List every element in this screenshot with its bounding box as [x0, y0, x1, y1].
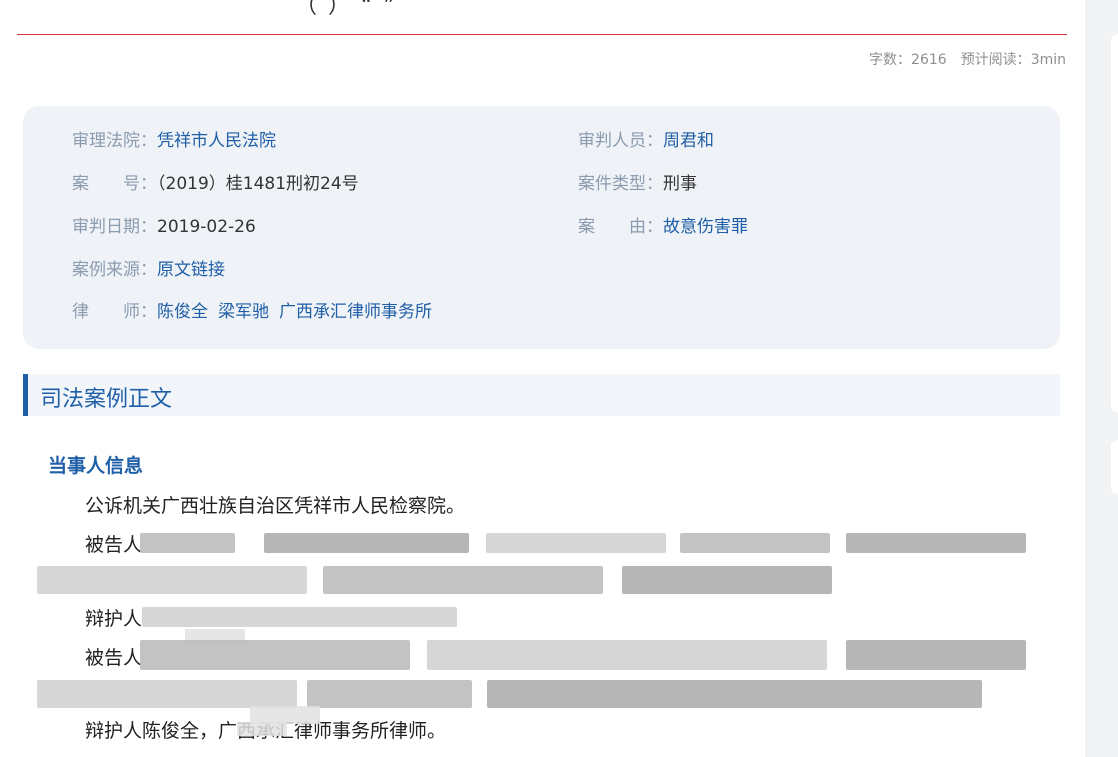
redaction-mosaic	[680, 533, 830, 553]
paragraph-prosecutor: 公诉机关广西壮族自治区凭祥市人民检察院。	[85, 495, 466, 517]
redaction-mosaic	[37, 680, 297, 708]
judge-label: 审判人员：	[578, 131, 663, 151]
side-panel-tab[interactable]	[1111, 440, 1118, 494]
read-time: 3min	[1030, 52, 1066, 68]
word-count-label: 字数：	[869, 52, 912, 68]
case-no: （2019）桂1481刑初24号	[157, 174, 359, 194]
case-type: 刑事	[663, 174, 697, 194]
redaction-mosaic	[264, 533, 469, 553]
redaction-mosaic	[487, 680, 982, 708]
party-info-heading: 当事人信息	[48, 455, 144, 477]
redaction-mosaic	[323, 566, 603, 594]
source-link[interactable]: 原文链接	[157, 260, 225, 280]
lawyer-link-1[interactable]: 陈俊全	[157, 302, 208, 322]
case-no-label: 案 号：	[72, 174, 157, 194]
redaction-mosaic	[427, 640, 827, 670]
document-main: （ ） “ ” 字数：2616 预计阅读：3min 审理法院：凭祥市人民法院 审判…	[0, 0, 1085, 757]
cause-link[interactable]: 故意伤害罪	[663, 217, 748, 237]
judge-row: 审判人员：周君和	[578, 129, 714, 153]
case-info-panel: 审理法院：凭祥市人民法院 审判人员：周君和 案 号：（2019）桂1481刑初2…	[23, 106, 1060, 349]
court-row: 审理法院：凭祥市人民法院	[72, 129, 276, 153]
redaction-mosaic	[846, 533, 1026, 553]
redaction-mosaic	[140, 640, 410, 670]
redaction-mosaic	[622, 566, 832, 594]
case-type-row: 案件类型：刑事	[578, 172, 697, 196]
cause-row: 案 由：故意伤害罪	[578, 215, 748, 239]
paragraph-defender-1: 辩护人	[85, 608, 143, 630]
lawyer-link-2[interactable]: 梁军驰	[218, 302, 269, 322]
paragraph-defendant-1: 被告人	[85, 534, 143, 556]
court-label: 审理法院：	[72, 131, 157, 151]
side-panel-tab[interactable]	[1111, 34, 1118, 412]
redaction-mosaic	[142, 607, 457, 627]
source-label: 案例来源：	[72, 260, 157, 280]
case-type-label: 案件类型：	[578, 174, 663, 194]
read-time-label: 预计阅读：	[960, 52, 1031, 68]
section-title: 司法案例正文	[40, 387, 173, 412]
cause-label: 案 由：	[578, 217, 663, 237]
paragraph-defendant-2: 被告人	[85, 647, 143, 669]
date-label: 审判日期：	[72, 217, 157, 237]
law-firm-link[interactable]: 广西承汇律师事务所	[279, 302, 432, 322]
lawyers-label: 律 师：	[72, 302, 157, 322]
redaction-mosaic	[237, 722, 287, 736]
title-divider	[17, 34, 1067, 35]
source-row: 案例来源：原文链接	[72, 258, 225, 282]
document-title: （ ） “ ”	[295, 0, 397, 19]
redaction-mosaic	[486, 533, 666, 553]
redaction-mosaic	[846, 640, 1026, 670]
reading-meta: 字数：2616 预计阅读：3min	[869, 49, 1066, 69]
redaction-mosaic	[307, 680, 472, 708]
lawyers-row: 律 师：陈俊全 梁军驰 广西承汇律师事务所	[72, 300, 442, 324]
date-row: 审判日期：2019-02-26	[72, 215, 256, 239]
section-header: 司法案例正文	[23, 374, 1060, 416]
redaction-mosaic	[37, 566, 307, 594]
trial-date: 2019-02-26	[157, 217, 256, 237]
court-link[interactable]: 凭祥市人民法院	[157, 131, 276, 151]
word-count: 2616	[911, 52, 947, 68]
redaction-mosaic	[140, 533, 235, 553]
case-no-row: 案 号：（2019）桂1481刑初24号	[72, 172, 359, 196]
judge-link[interactable]: 周君和	[663, 131, 714, 151]
